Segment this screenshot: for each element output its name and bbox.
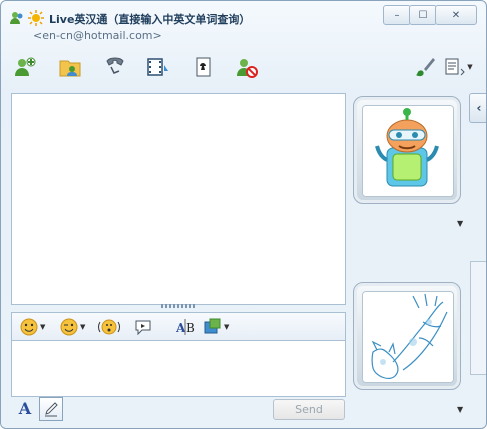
compose-bar: A Send [11, 397, 346, 421]
chevron-down-icon: ▼ [80, 323, 86, 331]
minimize-button[interactable]: – [383, 5, 411, 25]
add-contact-icon [15, 57, 36, 76]
sidebar-edge [470, 261, 486, 375]
conversation-window: Live英汉通（直接输入中英文单词查询） <en-cn@hotmail.com>… [0, 0, 487, 429]
minimize-icon: – [394, 9, 400, 21]
my-picture-menu-arrow[interactable]: ▼ [457, 405, 463, 414]
toolbar: ▼ [1, 51, 486, 85]
paintbrush-icon [416, 58, 435, 77]
invite-contact-button[interactable] [11, 53, 39, 81]
winks-button[interactable]: ▼ [60, 317, 85, 337]
close-button[interactable]: ✕ [435, 5, 477, 25]
voice-clip-button[interactable] [134, 317, 152, 337]
phone-icon [106, 57, 124, 74]
send-files-icon [59, 60, 81, 77]
cat-sketch-avatar-icon [363, 292, 453, 382]
contact-picture-menu-arrow[interactable]: ▼ [457, 219, 463, 228]
chevron-down-icon: ▼ [224, 323, 230, 331]
chevron-down-icon: ▼ [467, 63, 473, 71]
smiley-icon [20, 318, 38, 336]
picture-icon [204, 318, 221, 334]
robot-avatar-icon [363, 106, 453, 196]
contact-status-icon [9, 10, 25, 26]
nudge-icon [98, 319, 120, 335]
contact-picture-frame [362, 105, 454, 197]
maximize-icon: ☐ [418, 9, 428, 21]
games-icon [196, 57, 211, 77]
call-button[interactable] [101, 53, 129, 81]
video-button[interactable] [144, 53, 172, 81]
video-icon [147, 58, 168, 76]
font-button[interactable]: A [15, 399, 35, 419]
menu-icon [445, 58, 466, 76]
nudge-button[interactable] [98, 317, 120, 337]
collapse-pictures-button[interactable]: ‹ [469, 93, 486, 123]
sun-icon [28, 10, 44, 26]
my-display-picture[interactable] [353, 282, 461, 390]
my-picture-frame [362, 291, 454, 383]
translate-button[interactable]: AB [176, 317, 198, 337]
pen-icon [45, 402, 58, 417]
window-title: Live英汉通（直接输入中英文单词查询） [49, 13, 251, 26]
contact-display-picture[interactable] [353, 96, 461, 204]
voice-clip-icon [135, 320, 151, 336]
share-button[interactable]: ▼ [204, 317, 229, 337]
background-button[interactable] [411, 53, 439, 81]
contact-email: <en-cn@hotmail.com> [33, 29, 162, 42]
conversation-history[interactable] [11, 93, 346, 305]
send-files-button[interactable] [56, 53, 84, 81]
close-icon: ✕ [451, 9, 461, 21]
emoticons-button[interactable]: ▼ [20, 317, 45, 337]
chevron-down-icon: ▼ [40, 323, 46, 331]
chevron-left-icon: ‹ [476, 101, 482, 115]
wink-icon [60, 318, 78, 336]
block-button[interactable] [233, 53, 261, 81]
translate-icon: AB [176, 319, 195, 335]
resize-grip[interactable] [161, 304, 197, 308]
formatting-toolbar: ▼ ▼ AB ▼ [11, 312, 346, 341]
block-contact-icon [237, 59, 258, 78]
show-menu-button[interactable]: ▼ [441, 53, 475, 81]
title-bar: Live英汉通（直接输入中英文单词查询） <en-cn@hotmail.com>… [1, 1, 486, 47]
maximize-button[interactable]: ☐ [409, 5, 437, 25]
handwriting-button[interactable] [39, 397, 63, 421]
message-input[interactable] [11, 340, 346, 397]
games-button[interactable] [190, 53, 218, 81]
svg-text:B: B [186, 321, 195, 335]
title-icons [9, 10, 44, 26]
send-button[interactable]: Send [273, 399, 345, 420]
